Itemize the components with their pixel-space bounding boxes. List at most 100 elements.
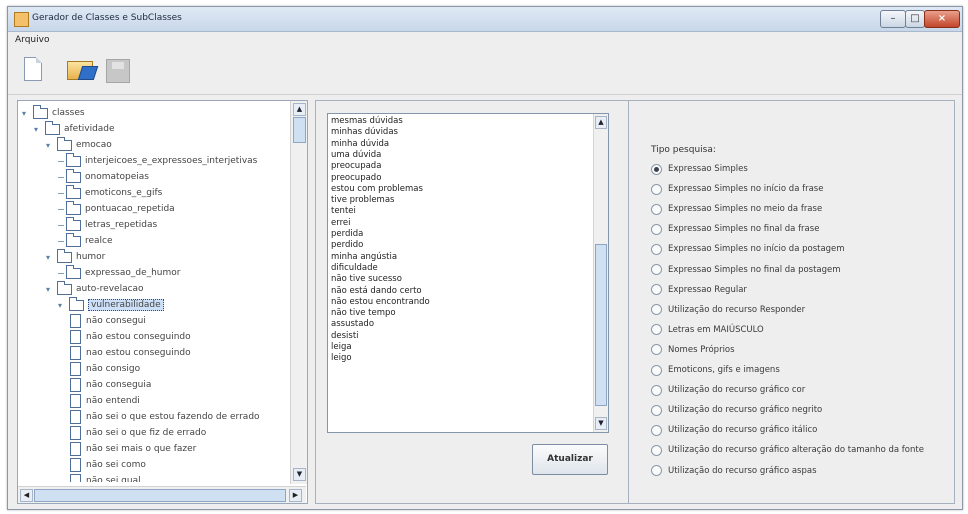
- scroll-thumb[interactable]: [293, 117, 306, 143]
- scroll-right-arrow-icon[interactable]: ▶: [289, 489, 302, 502]
- tree-connector[interactable]: [58, 224, 64, 226]
- minimize-button[interactable]: –: [880, 10, 906, 28]
- radio-button-icon[interactable]: [651, 424, 662, 436]
- list-item[interactable]: perdida: [331, 229, 363, 240]
- tree-connector[interactable]: [58, 272, 64, 274]
- tree-node[interactable]: não conseguia: [70, 377, 151, 393]
- list-scroll-up-icon[interactable]: ▲: [595, 116, 607, 129]
- search-type-radio[interactable]: Expressao Simples: [651, 162, 748, 176]
- list-item[interactable]: leiga: [331, 342, 352, 353]
- list-vertical-scrollbar[interactable]: ▲ ▼: [593, 114, 608, 432]
- list-item[interactable]: preocupada: [331, 161, 381, 172]
- list-item[interactable]: não tive sucesso: [331, 274, 402, 285]
- list-item[interactable]: tentei: [331, 206, 356, 217]
- scroll-left-arrow-icon[interactable]: ◀: [20, 489, 33, 502]
- tree-connector[interactable]: [58, 160, 64, 162]
- open-button[interactable]: [63, 54, 99, 86]
- list-item[interactable]: assustado: [331, 319, 374, 330]
- search-type-radio[interactable]: Utilização do recurso gráfico aspas: [651, 464, 817, 478]
- tree-node[interactable]: não entendi: [70, 393, 140, 409]
- tree-vertical-scrollbar[interactable]: ▲ ▼: [290, 101, 307, 484]
- tree-node[interactable]: não sei o que estou fazendo de errado: [70, 409, 260, 425]
- search-type-radio[interactable]: Utilização do recurso gráfico cor: [651, 383, 805, 397]
- tree-node[interactable]: expressao_de_humor: [58, 264, 181, 281]
- radio-button-icon[interactable]: [651, 404, 662, 416]
- expressions-list[interactable]: mesmas dúvidas minhas dúvidas minha dúvida…: [327, 113, 609, 433]
- maximize-button[interactable]: □: [905, 10, 925, 28]
- list-item[interactable]: não está dando certo: [331, 286, 422, 297]
- search-type-radio[interactable]: Utilização do recurso gráfico alteração …: [651, 443, 924, 457]
- radio-button-icon[interactable]: [651, 203, 662, 215]
- radio-button-icon[interactable]: [651, 304, 662, 316]
- tree-node[interactable]: não sei mais o que fazer: [70, 441, 196, 457]
- search-type-radio[interactable]: Expressao Simples no início da frase: [651, 182, 823, 196]
- tree-node[interactable]: letras_repetidas: [58, 216, 157, 233]
- atualizar-button[interactable]: Atualizar: [532, 444, 608, 475]
- radio-button-icon[interactable]: [651, 364, 662, 376]
- tree-node[interactable]: ▾ vulnerabilidade: [58, 296, 164, 313]
- search-type-radio[interactable]: Expressao Regular: [651, 283, 747, 297]
- search-type-radio[interactable]: Utilização do recurso gráfico itálico: [651, 423, 817, 437]
- radio-button-icon[interactable]: [651, 223, 662, 235]
- search-type-radio[interactable]: Expressao Simples no início da postagem: [651, 242, 845, 256]
- expand-toggle-icon[interactable]: ▾: [22, 109, 31, 118]
- tree-horizontal-scrollbar[interactable]: ◀ ▶: [18, 486, 306, 503]
- tree-node[interactable]: ▾ auto-revelacao: [46, 280, 144, 297]
- tree-connector[interactable]: [58, 176, 64, 178]
- horizontal-scroll-thumb[interactable]: [34, 489, 286, 502]
- search-type-radio[interactable]: Expressao Simples no final da postagem: [651, 263, 841, 277]
- expand-toggle-icon[interactable]: ▾: [46, 285, 55, 294]
- search-type-radio[interactable]: Letras em MAIÚSCULO: [651, 323, 764, 337]
- tree-node[interactable]: nao estou conseguindo: [70, 345, 191, 361]
- close-button[interactable]: ×: [924, 10, 960, 28]
- radio-button-icon[interactable]: [651, 284, 662, 296]
- class-tree[interactable]: ▾ classes ▾ afetividade ▾ emocao interjeicoes_…: [18, 101, 288, 482]
- tree-node[interactable]: pontuacao_repetida: [58, 200, 175, 217]
- expand-toggle-icon[interactable]: ▾: [58, 301, 67, 310]
- tree-connector[interactable]: [58, 192, 64, 194]
- tree-node[interactable]: realce: [58, 232, 113, 249]
- menu-arquivo[interactable]: Arquivo: [15, 35, 49, 45]
- new-file-button[interactable]: [17, 54, 49, 86]
- search-type-radio[interactable]: Expressao Simples no final da frase: [651, 222, 819, 236]
- radio-button-icon[interactable]: [651, 183, 662, 195]
- radio-button-icon[interactable]: [651, 163, 662, 175]
- save-button[interactable]: [101, 54, 133, 86]
- tree-node[interactable]: ▾ classes: [22, 104, 85, 121]
- tree-node[interactable]: onomatopeias: [58, 168, 149, 185]
- tree-node[interactable]: não consigo: [70, 361, 140, 377]
- radio-button-icon[interactable]: [651, 324, 662, 336]
- tree-node[interactable]: não sei qual: [70, 473, 141, 482]
- tree-node[interactable]: ▾ afetividade: [34, 120, 115, 137]
- scroll-up-arrow-icon[interactable]: ▲: [293, 103, 306, 116]
- list-item[interactable]: minhas dúvidas: [331, 127, 398, 138]
- tree-node[interactable]: ▾ emocao: [46, 136, 112, 153]
- list-item[interactable]: perdido: [331, 240, 363, 251]
- tree-node[interactable]: não sei como: [70, 457, 146, 473]
- radio-button-icon[interactable]: [651, 465, 662, 476]
- scroll-down-arrow-icon[interactable]: ▼: [293, 468, 306, 481]
- list-item[interactable]: leigo: [331, 353, 352, 364]
- search-type-radio[interactable]: Nomes Próprios: [651, 343, 735, 357]
- radio-button-icon[interactable]: [651, 384, 662, 396]
- tree-node[interactable]: não sei o que fiz de errado: [70, 425, 206, 441]
- list-item[interactable]: tive problemas: [331, 195, 394, 206]
- tree-node[interactable]: não consegui: [70, 313, 146, 329]
- list-item[interactable]: não tive tempo: [331, 308, 396, 319]
- list-scroll-thumb[interactable]: [595, 244, 607, 406]
- tree-node[interactable]: interjeicoes_e_expressoes_interjetivas: [58, 152, 257, 169]
- tree-connector[interactable]: [58, 240, 64, 242]
- expand-toggle-icon[interactable]: ▾: [34, 125, 43, 134]
- list-item[interactable]: dificuldade: [331, 263, 378, 274]
- list-item[interactable]: minha angústia: [331, 252, 397, 263]
- tree-node[interactable]: não estou conseguindo: [70, 329, 191, 345]
- search-type-radio[interactable]: Emoticons, gifs e imagens: [651, 363, 780, 377]
- tree-connector[interactable]: [58, 208, 64, 210]
- list-item[interactable]: mesmas dúvidas: [331, 116, 403, 127]
- radio-button-icon[interactable]: [651, 344, 662, 356]
- radio-button-icon[interactable]: [651, 264, 662, 275]
- search-type-radio[interactable]: Utilização do recurso Responder: [651, 303, 805, 317]
- list-item[interactable]: minha dúvida: [331, 139, 389, 150]
- search-type-radio[interactable]: Utilização do recurso gráfico negrito: [651, 403, 822, 417]
- radio-button-icon[interactable]: [651, 444, 662, 456]
